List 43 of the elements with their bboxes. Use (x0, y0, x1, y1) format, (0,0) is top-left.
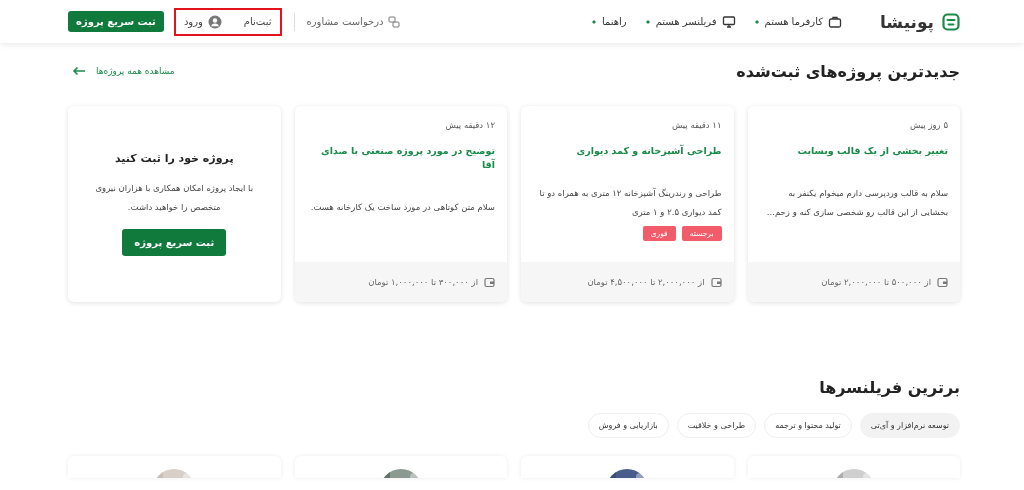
posted-time: ۱۲ دقیقه پیش (444, 120, 495, 130)
category-tab[interactable]: طراحی و خلاقیت (676, 413, 757, 438)
project-description: سلام متن کوتاهی در مورد ساخت یک کارخانه هست. (309, 201, 495, 214)
promo-text: با ایجاد پروژه امکان همکاری با هزاران نیروی متخصص را خواهید داشت. (94, 182, 255, 214)
project-title[interactable]: طراحی آشپزخانه و کمد دیواری (533, 144, 722, 158)
wallet-icon (710, 276, 722, 288)
budget-text: از ۳۰۰,۰۰۰ تا ۱,۰۰۰,۰۰۰ تومان (368, 277, 478, 287)
project-card[interactable]: ۵ روز پیش تغییر بخشی از یک قالب وبسایت سلام به قالب وردپرسی دارم میخوام یکنفر به بخشایی از این قالب رو شخصی سازی کنه و زحم... از ۵۰۰,۰۰۰ تا ۲,۰۰۰,۰۰۰ تومان (747, 106, 960, 302)
nav-link[interactable]: کارفرما هستم (753, 14, 842, 29)
category-tab[interactable]: توسعه نرم‌افزار و آی‌تی (859, 413, 960, 438)
monitor-icon (721, 14, 736, 29)
consult-link[interactable]: درخواست مشاوره (306, 15, 400, 28)
project-description: سلام به قالب وردپرسی دارم میخوام یکنفر به بخشایی از این قالب رو شخصی سازی کنه و زحم... (765, 187, 948, 219)
budget-text: از ۲,۰۰۰,۰۰۰ تا ۴,۵۰۰,۰۰۰ تومان (587, 277, 705, 287)
budget-text: از ۵۰۰,۰۰۰ تا ۲,۰۰۰,۰۰۰ تومان (821, 277, 931, 287)
arrow-left-icon (72, 66, 86, 76)
project-description: طراحی و رندرینگ آشپزخانه ۱۲ متری به همراه دو تا کمد دیواری ۲.۵ و ۱ متری (538, 187, 722, 219)
user-icon (207, 14, 222, 29)
register-link[interactable]: ثبت‌نام (243, 16, 272, 27)
project-card[interactable]: ۱۲ دقیقه پیش توضیح در مورد پروژه صنعتی با صدای آقا سلام متن کوتاهی در مورد ساخت یک کارخانه هست. از ۳۰۰,۰۰۰ تا ۱,۰۰۰,۰۰۰ تومان (294, 106, 507, 302)
nav-link[interactable]: فریلنسر هستم (644, 14, 736, 29)
section-title: جدیدترین پروژه‌های ثبت‌شده (736, 61, 960, 81)
quick-project-button[interactable]: ثبت سریع پروژه (68, 11, 164, 32)
promo-title: پروژه خود را ثبت کنید (115, 152, 234, 165)
section-title: برترین فریلنسرها (819, 377, 960, 397)
category-tab[interactable]: بازاریابی و فروش (587, 413, 669, 438)
posted-time: ۱۱ دقیقه پیش (670, 120, 722, 130)
logo-text: پونیشا (879, 11, 934, 32)
project-title[interactable]: توضیح در مورد پروژه صنعتی با صدای آقا (306, 144, 495, 172)
category-tab[interactable]: تولید محتوا و ترجمه (764, 413, 852, 438)
caret-icon (644, 18, 651, 25)
logo-icon (942, 12, 960, 31)
wallet-icon (484, 276, 495, 288)
caret-icon (590, 18, 597, 25)
briefcase-icon (827, 14, 842, 29)
project-title[interactable]: تغییر بخشی از یک قالب وبسایت (759, 144, 948, 158)
posted-time: ۵ روز پیش (908, 120, 948, 130)
view-all-link[interactable]: مشاهده همه پروژه‌ها (68, 66, 175, 76)
caret-icon (753, 18, 760, 25)
wallet-icon (937, 276, 948, 288)
nav-link[interactable]: راهنما (590, 16, 627, 27)
login-link[interactable]: ورود (183, 14, 222, 29)
quick-project-button[interactable]: ثبت سریع پروژه (122, 229, 227, 256)
